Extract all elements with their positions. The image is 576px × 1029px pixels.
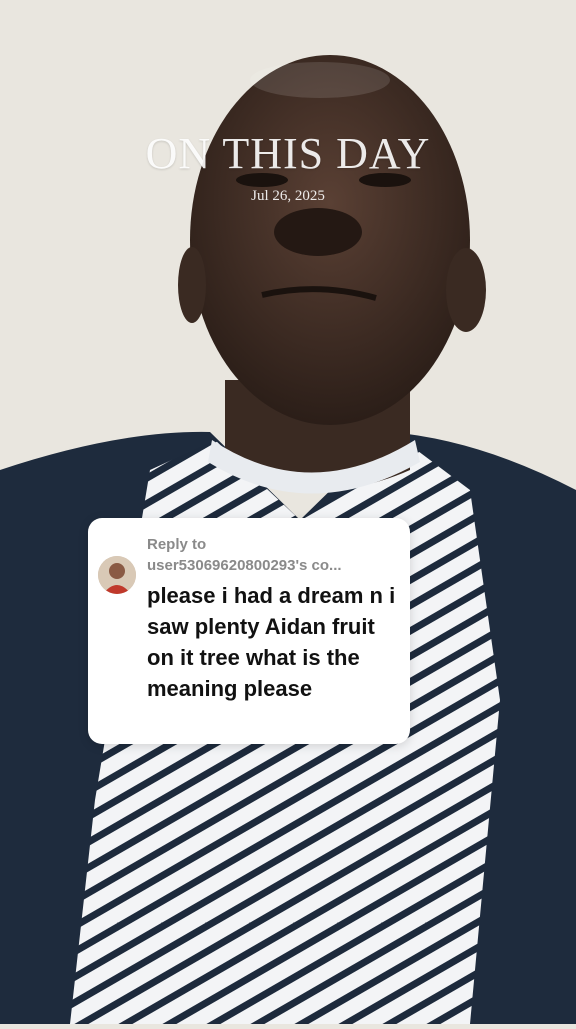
reply-username[interactable]: user53069620800293's co... bbox=[147, 555, 402, 576]
memory-date: Jul 26, 2025 bbox=[251, 188, 325, 204]
on-this-day-title: ON THIS DAY bbox=[145, 129, 431, 178]
ear-right bbox=[446, 248, 486, 332]
reply-comment-card[interactable]: Reply to user53069620800293's co... plea… bbox=[88, 518, 410, 744]
reply-to-label: Reply to bbox=[147, 536, 207, 553]
commenter-avatar[interactable] bbox=[98, 556, 136, 594]
reply-comment-text: please i had a dream n i saw plenty Aida… bbox=[147, 583, 396, 701]
nose bbox=[274, 208, 362, 256]
avatar-image bbox=[98, 556, 136, 594]
head-highlight bbox=[250, 62, 390, 98]
ear-left bbox=[178, 247, 206, 323]
reply-header: Reply to user53069620800293's co... bbox=[147, 534, 402, 576]
